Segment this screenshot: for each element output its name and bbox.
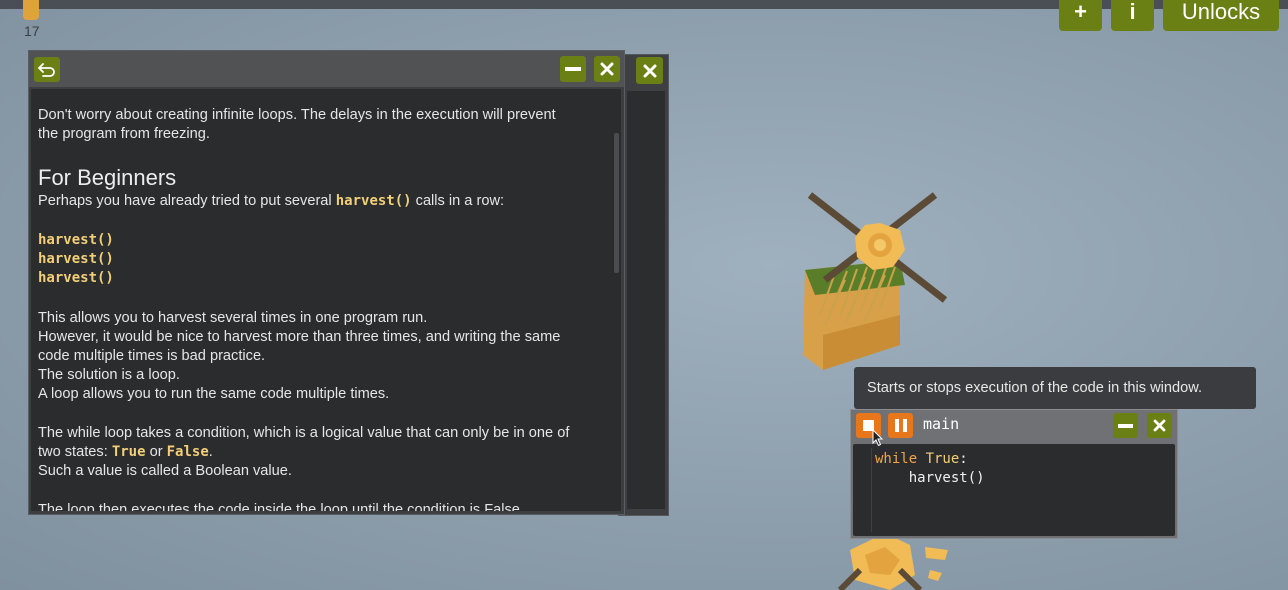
code-gutter: [871, 448, 872, 532]
inline-code: True: [111, 444, 146, 460]
doc-text-span: two states:: [38, 444, 112, 460]
farm-tile-with-drone: [803, 192, 948, 370]
keyword-while: while: [875, 451, 926, 467]
doc-text-span: Perhaps you have already tried to put se…: [38, 193, 336, 209]
code-line-2: harvest(): [875, 470, 985, 486]
code-window-minimize-button[interactable]: [1113, 413, 1138, 438]
close-icon: [643, 64, 656, 77]
doc-text-span: .: [208, 444, 213, 460]
doc-paragraph: Don't worry about creating infinite loop…: [38, 107, 556, 123]
doc-paragraph: Such a value is called a Boolean value.: [38, 463, 292, 479]
hay-counter: 17: [18, 0, 46, 40]
mouse-cursor-icon: [872, 429, 884, 447]
minimize-icon: [1118, 423, 1133, 428]
docs-close-button[interactable]: [594, 56, 620, 82]
docs-back-button[interactable]: [34, 57, 60, 82]
doc-heading: For Beginners: [38, 165, 177, 190]
pause-icon: [894, 419, 907, 432]
code-window-title: main: [923, 415, 960, 433]
pause-button[interactable]: [888, 413, 913, 438]
doc-paragraph: The loop then executes the code inside t…: [38, 502, 524, 511]
inline-code: harvest(): [335, 193, 412, 209]
code-example-line: harvest(): [38, 251, 114, 267]
code-line-1: while True:: [875, 451, 968, 467]
doc-text-span: or: [145, 444, 167, 460]
code-window-main: main while True: harvest(): [850, 409, 1178, 539]
background-window-close-button[interactable]: [636, 57, 663, 84]
background-window-body: [627, 91, 665, 509]
code-window-header[interactable]: main: [851, 410, 1177, 441]
doc-paragraph: two states: True or False.: [38, 443, 213, 462]
doc-paragraph: the program from freezing.: [38, 126, 210, 142]
doc-paragraph: The while loop takes a condition, which …: [38, 425, 570, 441]
doc-paragraph: However, it would be nice to harvest mor…: [38, 329, 561, 345]
inline-code: False: [166, 444, 209, 460]
code-example-line: harvest(): [38, 232, 114, 248]
code-editor[interactable]: while True: harvest(): [853, 444, 1175, 536]
close-icon: [600, 62, 614, 76]
docs-window: Don't worry about creating infinite loop…: [28, 50, 625, 515]
doc-paragraph: Perhaps you have already tried to put se…: [38, 192, 504, 211]
code-window-close-button[interactable]: [1147, 413, 1172, 438]
docs-content[interactable]: Don't worry about creating infinite loop…: [31, 89, 621, 511]
add-window-button[interactable]: +: [1059, 0, 1102, 31]
doc-paragraph: A loop allows you to run the same code m…: [38, 386, 390, 402]
hay-icon: [23, 0, 39, 20]
code-example-line: harvest(): [38, 270, 114, 286]
value-true: True: [925, 451, 960, 467]
undo-arrow-icon: [38, 62, 55, 77]
docs-scrollbar[interactable]: [614, 133, 619, 273]
docs-window-header[interactable]: [29, 51, 624, 87]
doc-paragraph: This allows you to harvest several times…: [38, 310, 428, 326]
unlocks-button[interactable]: Unlocks: [1163, 0, 1279, 31]
run-button-tooltip: Starts or stops execution of the code in…: [854, 367, 1256, 409]
close-icon: [1153, 419, 1166, 432]
colon: :: [959, 451, 968, 467]
info-button[interactable]: i: [1111, 0, 1154, 31]
background-window: [618, 54, 669, 516]
docs-minimize-button[interactable]: [560, 56, 586, 82]
hay-count: 17: [24, 23, 40, 39]
doc-text-span: calls in a row:: [411, 193, 505, 209]
minimize-icon: [565, 67, 581, 71]
doc-paragraph: The solution is a loop.: [38, 367, 180, 383]
doc-paragraph: code multiple times is bad practice.: [38, 348, 266, 364]
